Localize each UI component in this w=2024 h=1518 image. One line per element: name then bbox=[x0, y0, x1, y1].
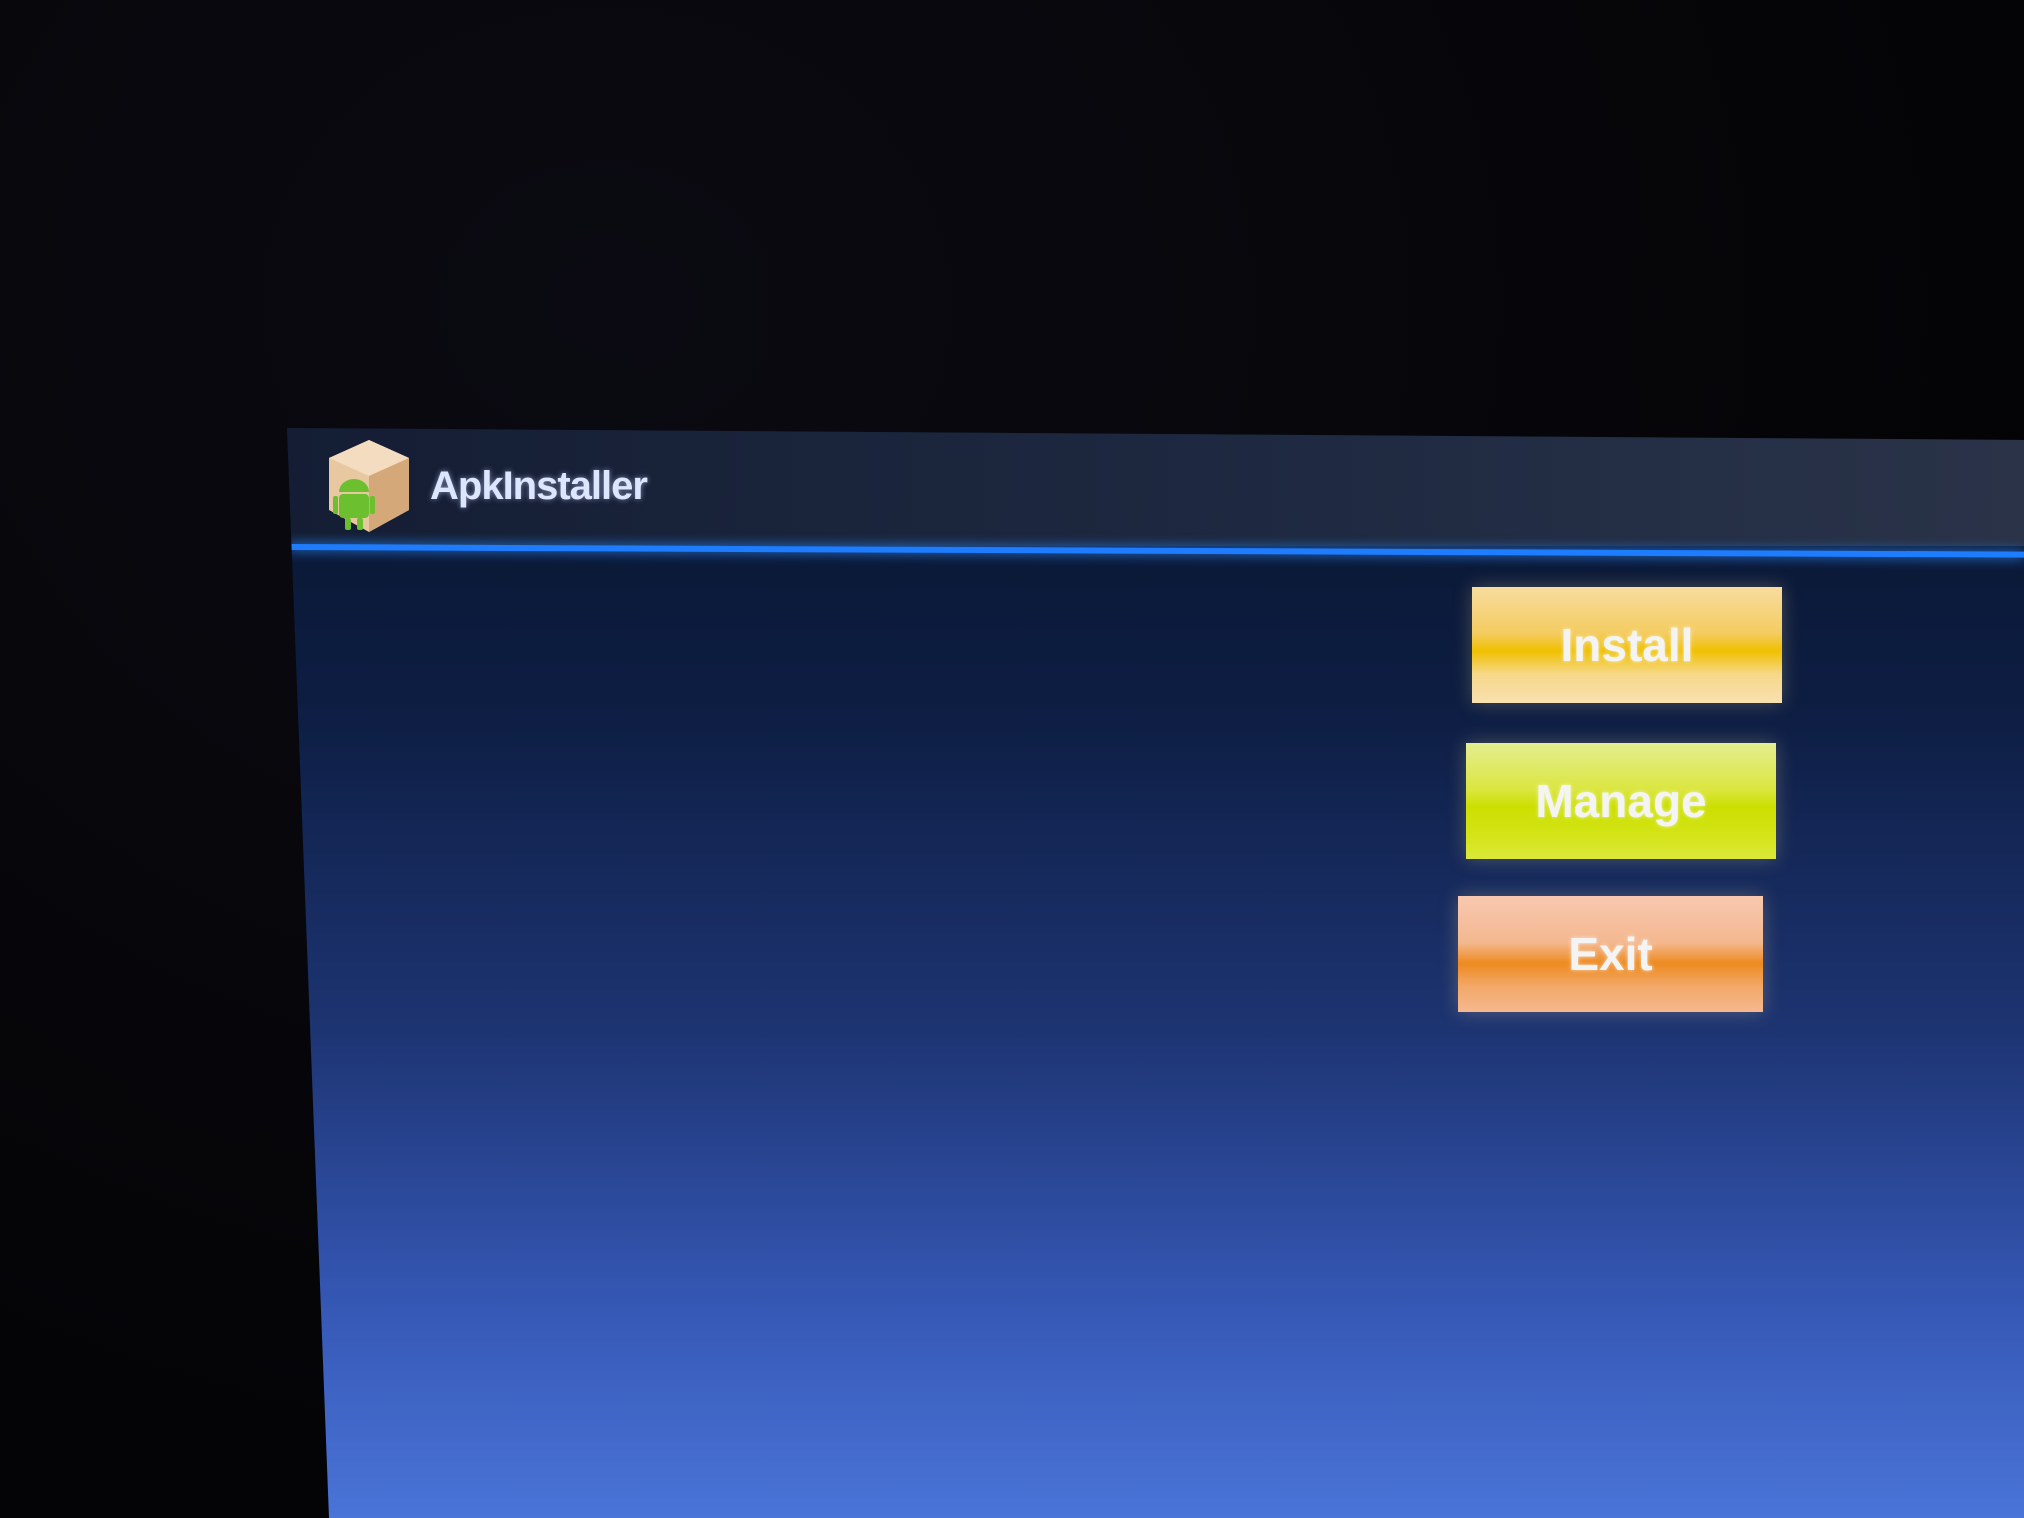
tv-screen: ApkInstaller Install Manage Exit bbox=[287, 428, 2024, 1518]
install-button[interactable]: Install bbox=[1472, 587, 1782, 703]
exit-button[interactable]: Exit bbox=[1458, 896, 1763, 1012]
android-package-icon bbox=[329, 440, 409, 532]
manage-button[interactable]: Manage bbox=[1466, 743, 1776, 859]
title-bar: ApkInstaller bbox=[287, 428, 2024, 546]
title-divider bbox=[287, 544, 2024, 558]
app-title: ApkInstaller bbox=[430, 464, 648, 508]
